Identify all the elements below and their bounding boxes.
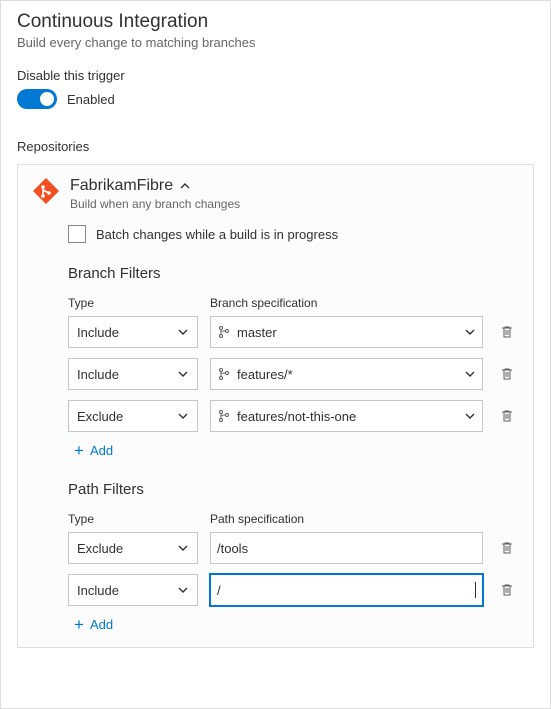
add-label: Add bbox=[90, 617, 113, 632]
chevron-up-icon bbox=[179, 180, 191, 192]
toggle-state-label: Enabled bbox=[67, 92, 115, 107]
trash-icon bbox=[500, 325, 514, 339]
select-value: Exclude bbox=[77, 541, 123, 556]
path-spec-value: / bbox=[217, 583, 470, 598]
branch-type-header: Type bbox=[68, 296, 198, 310]
delete-button[interactable] bbox=[495, 536, 519, 560]
chevron-down-icon bbox=[464, 368, 476, 380]
branch-filters-heading: Branch Filters bbox=[68, 265, 519, 282]
enable-toggle[interactable] bbox=[17, 89, 57, 109]
repo-name: FabrikamFibre bbox=[70, 177, 173, 195]
branch-spec-header: Branch specification bbox=[210, 296, 519, 310]
branch-type-select[interactable]: Include bbox=[68, 316, 198, 348]
select-value: Include bbox=[77, 367, 119, 382]
add-path-filter-button[interactable]: + Add bbox=[74, 616, 519, 633]
chevron-down-icon bbox=[177, 326, 189, 338]
path-spec-field[interactable]: /tools bbox=[210, 532, 483, 564]
branch-filter-row: Exclude features/not-this-one bbox=[68, 400, 519, 432]
chevron-down-icon bbox=[177, 410, 189, 422]
chevron-down-icon bbox=[464, 410, 476, 422]
select-value: Include bbox=[77, 325, 119, 340]
toggle-thumb bbox=[40, 92, 54, 106]
path-spec-header: Path specification bbox=[210, 512, 519, 526]
path-type-select[interactable]: Include bbox=[68, 574, 198, 606]
path-filter-row: Include / bbox=[68, 574, 519, 606]
delete-button[interactable] bbox=[495, 404, 519, 428]
repo-subtitle: Build when any branch changes bbox=[70, 197, 519, 211]
add-label: Add bbox=[90, 443, 113, 458]
trash-icon bbox=[500, 541, 514, 555]
chevron-down-icon bbox=[177, 368, 189, 380]
batch-changes-checkbox[interactable] bbox=[68, 225, 86, 243]
path-type-header: Type bbox=[68, 512, 198, 526]
chevron-down-icon bbox=[177, 584, 189, 596]
page-subtitle: Build every change to matching branches bbox=[17, 35, 534, 50]
branch-icon bbox=[217, 409, 231, 423]
path-type-select[interactable]: Exclude bbox=[68, 532, 198, 564]
trash-icon bbox=[500, 409, 514, 423]
branch-filter-row: Include master bbox=[68, 316, 519, 348]
trash-icon bbox=[500, 583, 514, 597]
chevron-down-icon bbox=[464, 326, 476, 338]
path-filter-row: Exclude /tools bbox=[68, 532, 519, 564]
path-spec-value: /tools bbox=[217, 541, 476, 556]
repo-header-row[interactable]: FabrikamFibre bbox=[70, 177, 519, 195]
disable-trigger-label: Disable this trigger bbox=[17, 68, 534, 83]
text-cursor bbox=[475, 582, 476, 598]
delete-button[interactable] bbox=[495, 320, 519, 344]
branch-icon bbox=[217, 325, 231, 339]
path-spec-input[interactable]: / bbox=[210, 574, 483, 606]
repository-card: FabrikamFibre Build when any branch chan… bbox=[17, 164, 534, 648]
branch-spec-field[interactable]: master bbox=[210, 316, 483, 348]
select-value: Exclude bbox=[77, 409, 123, 424]
branch-icon bbox=[217, 367, 231, 381]
git-repo-icon bbox=[32, 177, 60, 205]
branch-filter-row: Include features/* bbox=[68, 358, 519, 390]
path-filters-heading: Path Filters bbox=[68, 481, 519, 498]
page-title: Continuous Integration bbox=[17, 11, 534, 33]
branch-spec-value: features/* bbox=[237, 367, 458, 382]
batch-changes-label: Batch changes while a build is in progre… bbox=[96, 227, 338, 242]
delete-button[interactable] bbox=[495, 578, 519, 602]
add-branch-filter-button[interactable]: + Add bbox=[74, 442, 519, 459]
plus-icon: + bbox=[74, 442, 84, 459]
branch-type-select[interactable]: Include bbox=[68, 358, 198, 390]
repositories-heading: Repositories bbox=[17, 139, 534, 154]
branch-spec-value: features/not-this-one bbox=[237, 409, 458, 424]
branch-spec-field[interactable]: features/* bbox=[210, 358, 483, 390]
branch-type-select[interactable]: Exclude bbox=[68, 400, 198, 432]
branch-spec-value: master bbox=[237, 325, 458, 340]
branch-spec-field[interactable]: features/not-this-one bbox=[210, 400, 483, 432]
trash-icon bbox=[500, 367, 514, 381]
select-value: Include bbox=[77, 583, 119, 598]
plus-icon: + bbox=[74, 616, 84, 633]
chevron-down-icon bbox=[177, 542, 189, 554]
delete-button[interactable] bbox=[495, 362, 519, 386]
